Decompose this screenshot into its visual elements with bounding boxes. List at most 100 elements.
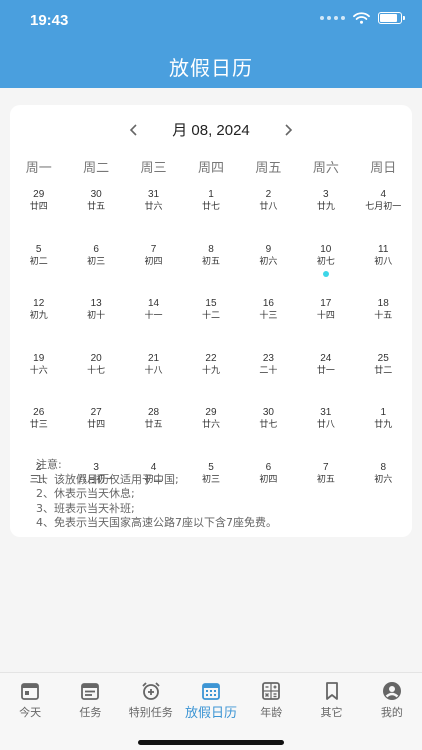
- day-number: 15: [205, 298, 217, 309]
- calendar-day-cell[interactable]: 9 初六: [240, 244, 297, 299]
- weekday-label: 周日: [370, 161, 397, 176]
- calendar-day-cell[interactable]: 29 廿四: [10, 189, 67, 244]
- calendar-day-cell[interactable]: 15 十二: [182, 298, 239, 353]
- calendar-grid-icon: [202, 683, 220, 700]
- day-number: 18: [377, 298, 389, 309]
- lunar-date: 廿六: [201, 420, 220, 430]
- calendar-day-cell[interactable]: 3 廿九: [297, 189, 354, 244]
- battery-icon: [378, 12, 405, 24]
- weekday-header: 周一 周二 周三 周四 周五 周六 周日: [10, 157, 412, 176]
- note-line: 4、免表示当天国家高速公路7座以下含7座免费。: [36, 516, 277, 529]
- calendar-day-cell[interactable]: 10 初七: [297, 244, 354, 299]
- lunar-date: 十九: [201, 365, 220, 376]
- tab-other[interactable]: 其它: [301, 673, 361, 723]
- calendar-card: 月 08, 2024 周一 周二 周三 周四 周五 周六 周日 29 廿四 30 廿五…: [10, 105, 412, 537]
- weekday-label: 周五: [255, 161, 282, 176]
- lunar-date: 初三: [87, 256, 106, 267]
- calendar-day-cell[interactable]: 8 初六: [355, 462, 412, 517]
- calendar-day-cell[interactable]: 6 初三: [67, 244, 124, 299]
- calendar-day-cell[interactable]: 4 七月初一: [355, 189, 412, 244]
- calendar-day-cell[interactable]: 25 廿二: [355, 353, 412, 408]
- calendar-day-cell[interactable]: 7 初四: [125, 244, 182, 299]
- calendar-day-cell[interactable]: 31 廿六: [125, 189, 182, 244]
- calendar-day-cell[interactable]: 27 廿四: [67, 407, 124, 462]
- tab-mine[interactable]: 我的: [362, 673, 422, 723]
- day-number: 9: [265, 243, 272, 255]
- calendar-day-cell[interactable]: 30 廿五: [67, 189, 124, 244]
- calendar-day-cell[interactable]: 18 十五: [355, 298, 412, 353]
- lunar-date: 初六: [374, 474, 393, 485]
- calendar-day-cell[interactable]: 28 廿五: [125, 407, 182, 462]
- lunar-date: 廿七: [201, 202, 220, 212]
- lunar-date: 初五: [201, 256, 220, 267]
- lunar-date: 廿四: [87, 420, 106, 430]
- tab-bar: 今天 任务 特别任务 放假日历 年龄 其它 我的: [0, 672, 422, 750]
- tab-label: 我的: [380, 706, 403, 719]
- tab-special-tasks[interactable]: 特别任务: [121, 673, 181, 723]
- calendar-day-cell[interactable]: 1 廿九: [355, 407, 412, 462]
- lunar-date: 初八: [374, 256, 393, 267]
- calendar-day-cell[interactable]: 12 初九: [10, 298, 67, 353]
- tab-age[interactable]: 年龄: [241, 673, 301, 723]
- calendar-day-cell[interactable]: 31 廿八: [297, 407, 354, 462]
- day-number: 30: [262, 407, 274, 418]
- day-number: 4: [380, 189, 387, 200]
- calendar-day-cell[interactable]: 11 初八: [355, 244, 412, 299]
- day-number: 31: [147, 189, 160, 200]
- calendar-week-row: 29 廿四 30 廿五 31 廿六 1 廿七 2 廿八 3 廿九 4 七月初一: [10, 189, 412, 244]
- lunar-date: 廿九: [316, 202, 335, 212]
- alarm-clock-plus-icon: [142, 682, 160, 700]
- calendar-day-cell[interactable]: 22 十九: [182, 353, 239, 408]
- lunar-date: 廿三: [29, 420, 48, 430]
- tab-tasks[interactable]: 任务: [60, 673, 120, 723]
- note-line: 2、休表示当天休息;: [36, 487, 135, 500]
- day-number: 7: [323, 461, 329, 473]
- tab-label: 特别任务: [128, 706, 173, 719]
- lunar-date: 廿四: [29, 202, 48, 212]
- day-number: 21: [147, 352, 160, 364]
- calendar-day-cell[interactable]: 7 初五: [297, 462, 354, 517]
- lunar-date: 廿七: [259, 420, 278, 430]
- calendar-day-cell[interactable]: 5 初二: [10, 244, 67, 299]
- tab-label: 任务: [79, 706, 102, 719]
- day-number: 20: [90, 352, 102, 364]
- month-navigation: 月 08, 2024: [10, 119, 412, 141]
- next-month-button[interactable]: [276, 119, 300, 141]
- calendar-week-row: 26 廿三 27 廿四 28 廿五 29 廿六 30 廿七 31 廿八 1 廿九: [10, 407, 412, 462]
- calendar-day-cell[interactable]: 16 十三: [240, 298, 297, 353]
- calendar-day-cell[interactable]: 13 初十: [67, 298, 124, 353]
- calendar-day-cell[interactable]: 2 廿八: [240, 189, 297, 244]
- tab-holiday-calendar[interactable]: 放假日历: [181, 673, 241, 723]
- day-number: 5: [35, 243, 42, 255]
- user-icon: [382, 682, 401, 700]
- calendar-day-cell[interactable]: 26 廿三: [10, 407, 67, 462]
- chevron-right-icon: [285, 124, 293, 136]
- day-number: 29: [205, 407, 217, 418]
- calendar-today-icon: [21, 683, 40, 700]
- lunar-date: 廿五: [144, 420, 163, 430]
- calendar-day-cell[interactable]: 17 十四: [297, 298, 354, 353]
- calendar-day-cell[interactable]: 24 廿一: [297, 353, 354, 408]
- day-number: 8: [208, 243, 214, 255]
- day-number: 7: [150, 243, 157, 255]
- calendar-week-row: 12 初九 13 初十 14 十一 15 十二 16 十三 17 十四 18 十五: [10, 298, 412, 353]
- calendar-day-cell[interactable]: 30 廿七: [240, 407, 297, 462]
- calendar-day-cell[interactable]: 14 十一: [125, 298, 182, 353]
- calendar-day-cell[interactable]: 23 二十: [240, 353, 297, 408]
- tab-today[interactable]: 今天: [0, 673, 60, 723]
- lunar-date: 十四: [316, 311, 335, 321]
- calendar-day-cell[interactable]: 1 廿七: [182, 189, 239, 244]
- lunar-date: 十二: [201, 311, 220, 321]
- calculator-icon: [262, 682, 281, 700]
- day-number: 14: [147, 298, 160, 309]
- calendar-day-cell[interactable]: 29 廿六: [182, 407, 239, 462]
- day-number: 6: [93, 243, 99, 255]
- calendar-day-cell[interactable]: 8 初五: [182, 244, 239, 299]
- weekday-label: 周四: [197, 161, 224, 176]
- calendar-day-cell[interactable]: 21 十八: [125, 353, 182, 408]
- day-number: 1: [208, 189, 214, 200]
- calendar-day-cell[interactable]: 19 十六: [10, 353, 67, 408]
- day-number: 17: [320, 298, 332, 309]
- calendar-day-cell[interactable]: 20 十七: [67, 353, 124, 408]
- lunar-date: 廿五: [87, 202, 106, 212]
